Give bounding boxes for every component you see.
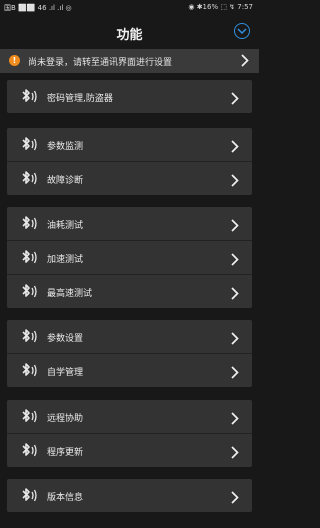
bluetooth-icon bbox=[21, 362, 39, 383]
menu-item[interactable]: 自学管理 bbox=[7, 354, 252, 387]
menu-item-label: 密码管理,防盗器 bbox=[47, 94, 113, 104]
chevron-right-icon bbox=[231, 251, 239, 270]
menu-item[interactable]: 参数设置 bbox=[7, 320, 252, 354]
chevron-right-icon bbox=[231, 138, 239, 157]
chevron-right-icon bbox=[231, 330, 239, 349]
login-notice-text: 尚未登录，请转至通讯界面进行设置 bbox=[28, 58, 173, 68]
chevron-down-icon bbox=[237, 28, 247, 35]
menu-item-label: 加速测试 bbox=[47, 255, 84, 265]
status-left: 国B ⬜⬜ 46 .ıl .ıl ◎ bbox=[4, 3, 72, 13]
menu-item-label: 故障诊断 bbox=[47, 176, 84, 186]
menu-item-label: 油耗测试 bbox=[47, 221, 84, 231]
bluetooth-icon bbox=[21, 170, 39, 191]
bluetooth-icon bbox=[21, 88, 39, 109]
bluetooth-icon bbox=[21, 328, 39, 349]
menu-item[interactable]: 油耗测试 bbox=[7, 207, 252, 241]
status-bar: 国B ⬜⬜ 46 .ıl .ıl ◎ ◉ ✱16% ⬚ ↯ 7:57 bbox=[0, 0, 259, 16]
status-left-text: 国B ⬜⬜ 46 .ıl .ıl ◎ bbox=[4, 4, 72, 12]
header: 功能 bbox=[0, 16, 259, 46]
menu-group: 远程协助 程序更新 bbox=[7, 400, 252, 467]
page-title: 功能 bbox=[116, 28, 143, 43]
chevron-right-icon bbox=[241, 54, 249, 67]
menu-group: 版本信息 bbox=[7, 479, 252, 512]
bluetooth-icon bbox=[21, 136, 39, 157]
login-notice[interactable]: ! 尚未登录，请转至通讯界面进行设置 bbox=[0, 49, 259, 73]
menu-group: 参数监测 故障诊断 bbox=[7, 128, 252, 195]
warning-icon: ! bbox=[9, 55, 20, 66]
menu-item[interactable]: 故障诊断 bbox=[7, 162, 252, 195]
chevron-right-icon bbox=[231, 90, 239, 109]
menu-item[interactable]: 程序更新 bbox=[7, 434, 252, 467]
menu-item[interactable]: 版本信息 bbox=[7, 479, 252, 512]
menu-item-label: 程序更新 bbox=[47, 448, 84, 458]
dropdown-toggle-button[interactable] bbox=[234, 23, 250, 39]
bluetooth-icon bbox=[21, 442, 39, 463]
chevron-right-icon bbox=[231, 172, 239, 191]
status-right: ◉ ✱16% ⬚ ↯ 7:57 bbox=[188, 3, 253, 11]
chevron-right-icon bbox=[231, 285, 239, 304]
menu-item-label: 参数监测 bbox=[47, 142, 84, 152]
menu-group: 油耗测试加速测试最高速测试 bbox=[7, 207, 252, 308]
chevron-right-icon bbox=[231, 410, 239, 429]
menu-item[interactable]: 最高速测试 bbox=[7, 275, 252, 308]
chevron-right-icon bbox=[231, 364, 239, 383]
chevron-right-icon bbox=[231, 489, 239, 508]
status-right-text: ◉ ✱16% ⬚ ↯ 7:57 bbox=[188, 3, 253, 11]
menu-item-label: 最高速测试 bbox=[47, 289, 93, 299]
menu-item[interactable]: 远程协助 bbox=[7, 400, 252, 434]
chevron-right-icon bbox=[231, 444, 239, 463]
menu-item[interactable]: 参数监测 bbox=[7, 128, 252, 162]
bluetooth-icon bbox=[21, 215, 39, 236]
menu-item-label: 远程协助 bbox=[47, 414, 84, 424]
chevron-right-icon bbox=[231, 217, 239, 236]
menu-item[interactable]: 加速测试 bbox=[7, 241, 252, 275]
menu-item-label: 参数设置 bbox=[47, 334, 84, 344]
bluetooth-icon bbox=[21, 408, 39, 429]
menu-item[interactable]: 密码管理,防盗器 bbox=[7, 80, 252, 113]
bluetooth-icon bbox=[21, 487, 39, 508]
menu-group: 参数设置 自学管理 bbox=[7, 320, 252, 387]
menu-item-label: 自学管理 bbox=[47, 368, 84, 378]
bluetooth-icon bbox=[21, 249, 39, 270]
menu-item-label: 版本信息 bbox=[47, 493, 84, 503]
menu-group: 密码管理,防盗器 bbox=[7, 80, 252, 113]
bluetooth-icon bbox=[21, 283, 39, 304]
